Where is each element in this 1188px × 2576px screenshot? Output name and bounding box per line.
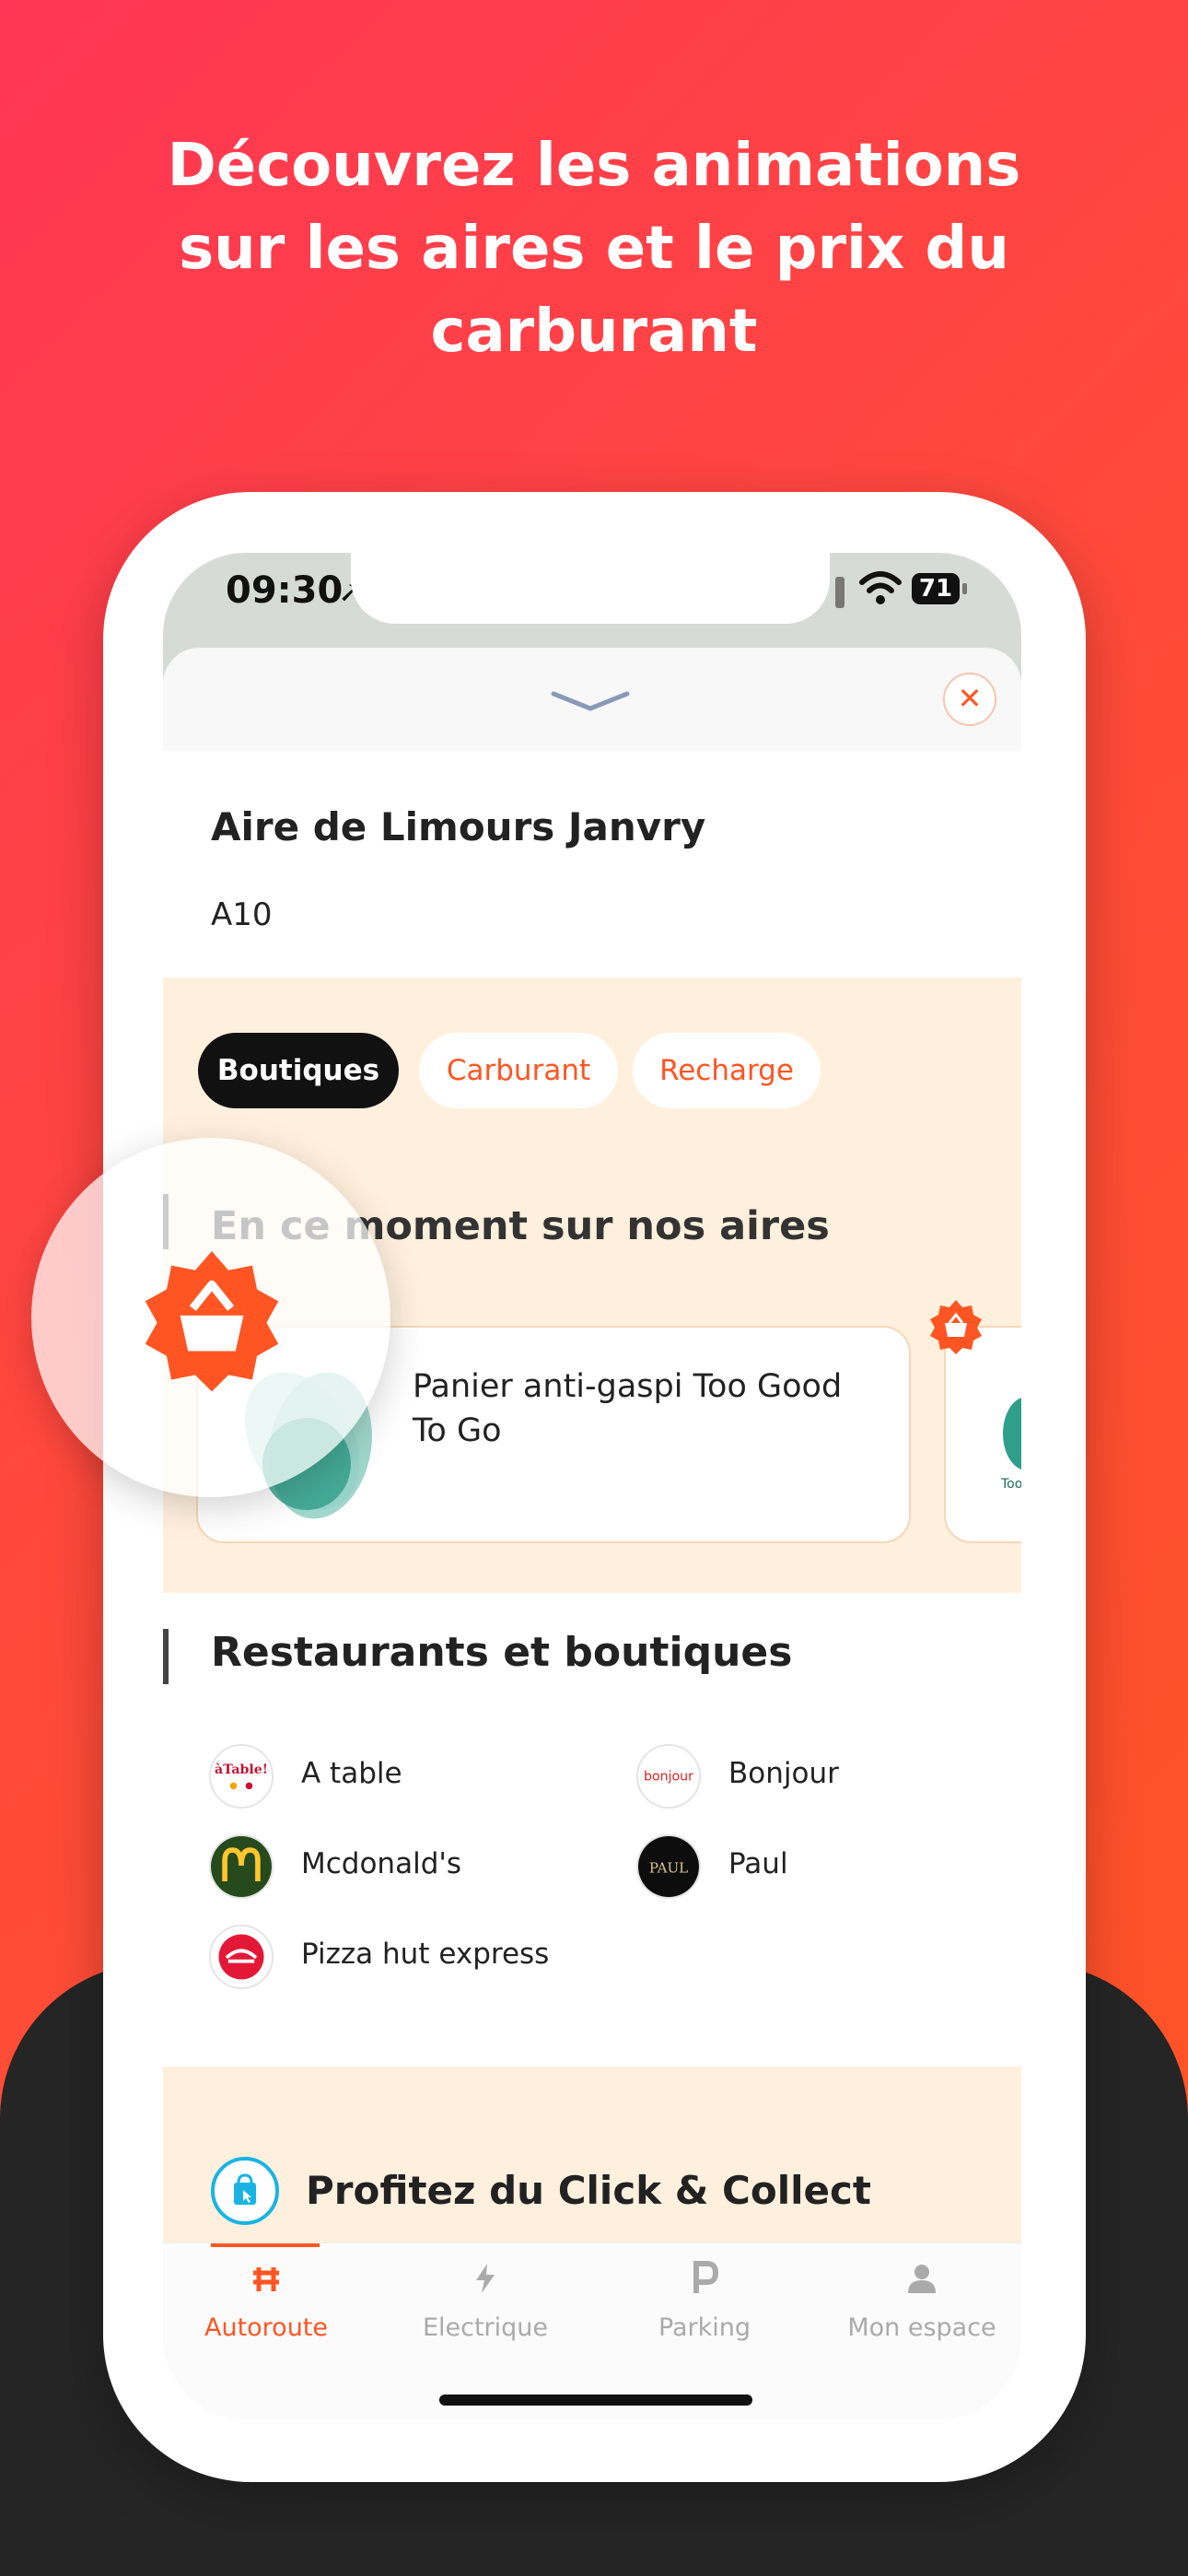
headline-line-1: Découvrez les animations — [167, 132, 1021, 200]
tab-label: Electrique — [422, 2313, 549, 2342]
parking-icon — [693, 2261, 719, 2293]
restaurant-name: A table — [301, 1757, 402, 1790]
shopping-bag-icon — [211, 2157, 279, 2225]
sheet-header: ✕ — [163, 648, 1021, 751]
section-marker-restaurants — [163, 1629, 169, 1684]
bottom-sheet: ✕ Aire de Limours Janvry A10 Boutiques C… — [163, 648, 1021, 2419]
paul-logo: PAUL — [636, 1834, 701, 1899]
restaurant-name: Mcdonald's — [301, 1847, 462, 1880]
basket-badge-icon-large — [145, 1251, 279, 1392]
click-collect-title: Profitez du Click & Collect — [306, 2168, 871, 2213]
too-good-to-go-logo-2 — [1003, 1398, 1021, 1469]
headline-line-3: carburant — [430, 298, 758, 366]
tab-label: Autoroute — [204, 2313, 329, 2342]
a-table-logo: àTable! — [209, 1744, 274, 1809]
lightning-icon — [476, 2264, 495, 2293]
mcdonalds-logo — [209, 1834, 274, 1899]
phone-screen: 09:30 ➚ 71 ✕ Aire de Limours Janvry A10 … — [163, 553, 1021, 2419]
close-button[interactable]: ✕ — [943, 673, 996, 726]
aire-road: A10 — [211, 896, 273, 933]
tab-mon-espace[interactable]: Mon espace — [821, 2260, 1021, 2342]
app-store-screenshot: Découvrez les animations sur les aires e… — [0, 0, 1188, 2576]
active-tab-indicator — [211, 2243, 320, 2247]
restaurant-name: Paul — [728, 1847, 788, 1880]
basket-badge-icon — [930, 1300, 982, 1354]
promo-card-2-text: Too — [1001, 1477, 1021, 1492]
svg-text:àTable!: àTable! — [215, 1762, 268, 1777]
status-time: 09:30 — [226, 569, 344, 612]
tab-electrique[interactable]: Electrique — [384, 2260, 587, 2342]
headline: Découvrez les animations sur les aires e… — [0, 124, 1188, 373]
status-bar: 09:30 ➚ 71 — [163, 553, 1021, 645]
headline-line-2: sur les aires et le prix du — [179, 215, 1009, 283]
tab-label: Parking — [658, 2313, 751, 2342]
bonjour-logo: bonjour — [636, 1744, 701, 1809]
close-icon: ✕ — [957, 681, 983, 716]
person-icon — [908, 2265, 936, 2293]
battery-icon: 71 — [912, 573, 960, 604]
bottom-tab-bar: Autoroute Electrique Parking Mon espace — [163, 2242, 1021, 2419]
restaurant-name: Bonjour — [728, 1757, 839, 1790]
notch — [351, 553, 830, 624]
battery-tip — [962, 583, 967, 594]
tab-recharge[interactable]: Recharge — [633, 1033, 821, 1108]
tab-carburant[interactable]: Carburant — [419, 1033, 618, 1108]
restaurant-name: Pizza hut express — [301, 1938, 550, 1971]
highway-icon — [253, 2267, 279, 2291]
home-indicator — [439, 2395, 752, 2406]
tab-autoroute[interactable]: Autoroute — [165, 2260, 367, 2342]
aire-title: Aire de Limours Janvry — [211, 804, 706, 849]
svg-text:bonjour: bonjour — [644, 1770, 693, 1785]
tab-label: Mon espace — [847, 2313, 996, 2342]
tab-parking[interactable]: Parking — [603, 2260, 806, 2342]
promo-card-2[interactable]: Too — [944, 1326, 1021, 1543]
tab-boutiques[interactable]: Boutiques — [198, 1033, 399, 1108]
svg-text:PAUL: PAUL — [649, 1860, 688, 1877]
chevron-down-icon[interactable] — [550, 686, 631, 714]
promo-card-text: Panier anti-gaspi Too Good To Go — [413, 1368, 843, 1449]
restaurants-title: Restaurants et boutiques — [211, 1629, 793, 1676]
wifi-icon — [859, 571, 902, 604]
signal-icon — [835, 577, 844, 608]
pizza-hut-logo — [209, 1925, 274, 1989]
